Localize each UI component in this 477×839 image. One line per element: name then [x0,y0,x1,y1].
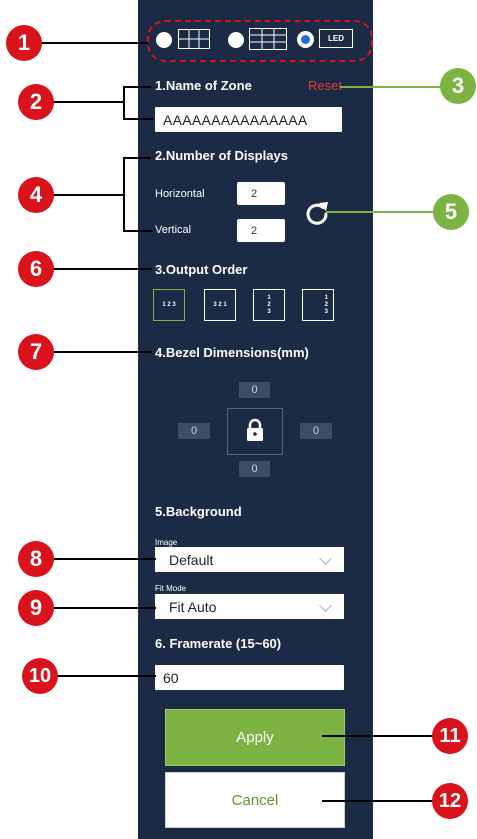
callout-line-8 [52,558,156,560]
image-label: Image [155,538,178,547]
led-label: LED [328,34,344,43]
mode-radio-grid[interactable] [156,32,172,48]
chevron-down-icon [319,551,332,565]
zone-name-input[interactable]: AAAAAAAAAAAAAAA [155,107,342,132]
reset-link[interactable]: Reset [308,78,342,93]
callout-bracket-4-bottom [123,230,153,232]
callout-line-12 [322,800,432,802]
bezel-dimensions-title: 4.Bezel Dimensions(mm) [155,345,309,360]
callout-badge-9: 9 [18,590,54,626]
callout-line-10 [56,675,156,677]
callout-bracket-2-top [123,86,151,88]
output-order-top-to-bottom[interactable]: 1 2 3 [253,289,285,321]
callout-line-2 [52,101,125,103]
horizontal-count-input[interactable]: 2 [237,182,285,205]
callout-line-11 [322,735,432,737]
callout-badge-4: 4 [18,177,54,213]
callout-badge-11: 11 [432,718,468,754]
callout-badge-1: 1 [6,25,42,61]
mode-radio-led[interactable] [297,31,314,48]
callout-badge-12: 12 [432,783,468,819]
callout-bracket-4-top [123,157,151,159]
mode-radio-multigrid[interactable] [228,32,244,48]
callout-badge-10: 10 [22,658,58,694]
callout-badge-2: 2 [18,84,54,120]
number-of-displays-title: 2.Number of Displays [155,148,288,163]
multi-grid-icon [249,28,287,55]
callout-line-4 [52,194,125,196]
callout-line-7 [52,351,152,353]
output-order-title: 3.Output Order [155,262,248,277]
callout-badge-5: 5 [433,194,469,230]
cancel-button[interactable]: Cancel [165,772,345,828]
radio-selected-dot [301,35,310,44]
fit-mode-select[interactable]: Fit Auto [155,594,344,619]
fit-mode-label: Fit Mode [155,584,187,593]
callout-line-1 [38,42,148,44]
callout-line-9 [52,607,156,609]
callout-badge-8: 8 [18,541,54,577]
led-icon: LED [319,29,353,48]
fit-mode-select-value: Fit Auto [169,598,217,615]
bezel-top-input[interactable]: 0 [239,382,270,398]
bezel-right-input[interactable]: 0 [300,423,332,439]
output-order-top-to-bottom-right[interactable]: 1 2 3 [302,289,334,321]
vertical-count-input[interactable]: 2 [237,219,285,242]
callout-line-5 [326,211,434,213]
chevron-down-icon [319,598,332,612]
background-title: 5.Background [155,504,242,519]
image-select-value: Default [169,551,214,568]
callout-line-6 [52,268,152,270]
output-order-left-to-right[interactable]: 1 2 3 [153,289,185,321]
callout-badge-3: 3 [440,68,476,104]
lock-icon [246,418,264,447]
refresh-icon[interactable] [302,198,332,228]
output-order-right-to-left[interactable]: 3 2 1 [204,289,236,321]
callout-bracket-2 [123,86,125,120]
callout-bracket-4 [123,157,125,232]
horizontal-label: Horizontal [155,188,205,200]
image-select[interactable]: Default [155,547,344,572]
callout-badge-7: 7 [18,334,54,370]
grid-icon [178,29,210,54]
name-of-zone-title: 1.Name of Zone [155,78,252,93]
callout-line-3 [340,86,444,88]
bezel-bottom-input[interactable]: 0 [239,461,270,477]
callout-bracket-2-bottom [123,118,153,120]
vertical-label: Vertical [155,224,192,236]
framerate-title: 6. Framerate (15~60) [155,636,282,651]
callout-badge-6: 6 [18,251,54,287]
apply-button[interactable]: Apply [165,709,345,766]
bezel-left-input[interactable]: 0 [178,423,210,439]
framerate-input[interactable]: 60 [155,665,344,690]
